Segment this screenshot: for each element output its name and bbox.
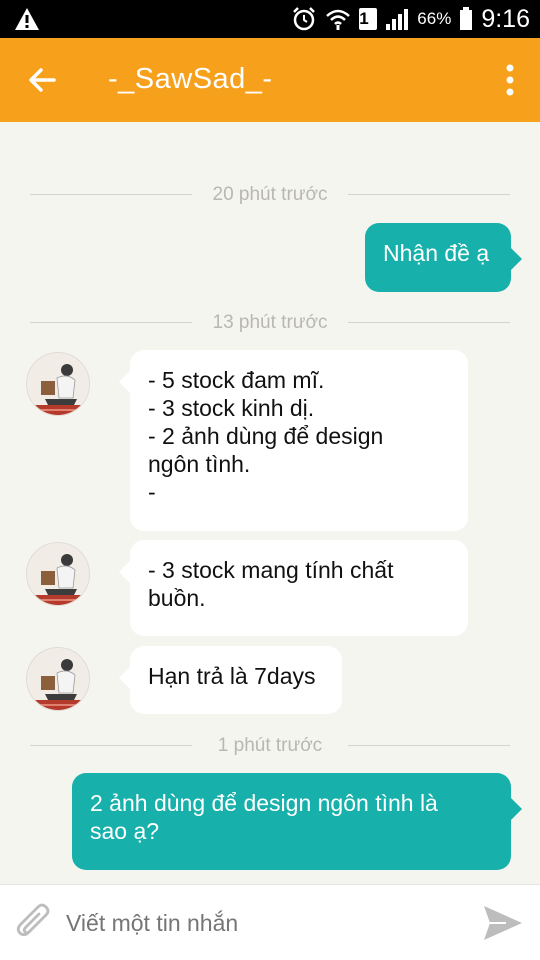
- wifi-icon: [326, 9, 351, 30]
- avatar[interactable]: [26, 542, 90, 606]
- app-bar: -_SawSad_-: [0, 38, 540, 122]
- battery-icon: [460, 7, 473, 30]
- conversation-title: -_SawSad_-: [108, 63, 273, 95]
- time-divider: 13 phút trước: [30, 312, 510, 333]
- user-photo-icon: [27, 353, 89, 415]
- incoming-message[interactable]: - 3 stock mang tính chất buồn.: [119, 540, 468, 636]
- battery-percent: 66%: [417, 9, 452, 28]
- more-options-icon[interactable]: [504, 64, 516, 96]
- incoming-message[interactable]: Hạn trả là 7days: [119, 646, 342, 714]
- time-divider: 1 phút trước: [30, 735, 510, 756]
- outgoing-message[interactable]: Nhận đề ạ: [365, 223, 522, 292]
- outgoing-message[interactable]: 2 ảnh dùng để design ngôn tình là sao ạ?: [72, 773, 522, 870]
- message-composer: [0, 884, 540, 960]
- chat-screen: 1 66% 9:16 -_SawSad_- 20 phút trước Nhận…: [0, 0, 540, 960]
- attachment-icon[interactable]: [14, 903, 52, 943]
- signal-icon: [386, 9, 409, 30]
- status-bar: 1 66% 9:16: [0, 0, 540, 38]
- send-icon[interactable]: [482, 903, 524, 943]
- alarm-icon: [293, 7, 316, 31]
- avatar[interactable]: [26, 647, 90, 711]
- clock: 9:16: [481, 4, 530, 33]
- time-divider: 20 phút trước: [30, 184, 510, 205]
- message-list[interactable]: 20 phút trước Nhận đề ạ 13 phút trước - …: [0, 122, 540, 884]
- user-photo-icon: [27, 543, 89, 605]
- back-arrow-icon[interactable]: [26, 64, 58, 96]
- sim-icon: 1: [359, 8, 378, 30]
- avatar[interactable]: [26, 352, 90, 416]
- warning-icon: [15, 8, 39, 30]
- incoming-message[interactable]: - 5 stock đam mĩ. - 3 stock kinh dị. - 2…: [119, 350, 468, 531]
- user-photo-icon: [27, 648, 89, 710]
- message-input[interactable]: [66, 907, 446, 939]
